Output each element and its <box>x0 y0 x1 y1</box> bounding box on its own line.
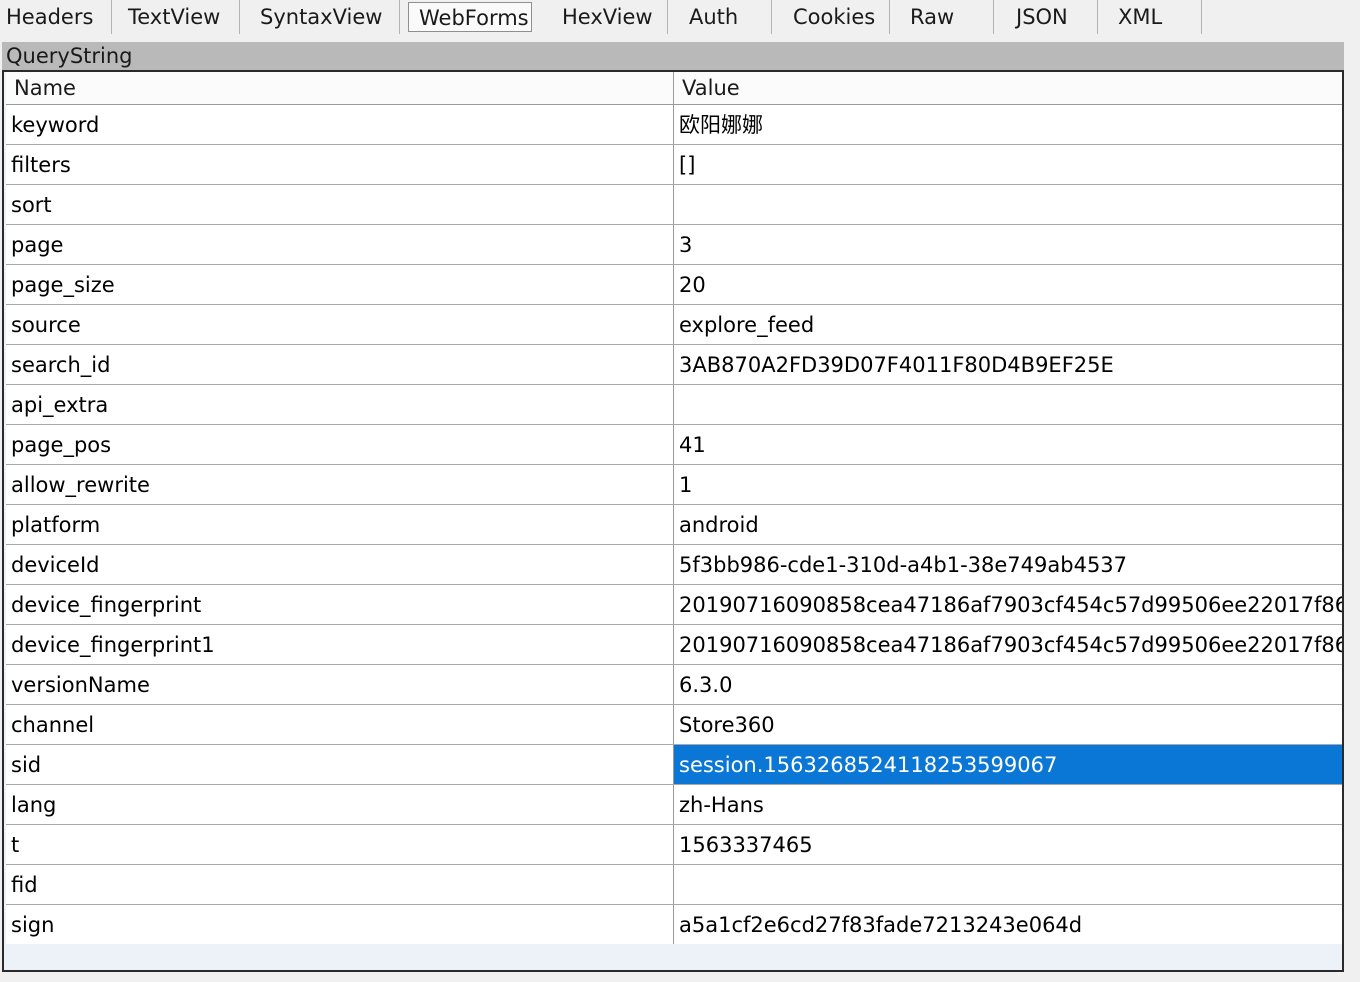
table-row[interactable]: allow_rewrite 1 <box>6 465 1342 505</box>
table-row[interactable]: sign a5a1cf2e6cd27f83fade7213243e064d <box>6 905 1342 945</box>
querystring-grid[interactable]: Name Value keyword 欧阳娜娜 filters [] sort … <box>2 70 1344 972</box>
tab-json[interactable]: JSON <box>1010 0 1098 34</box>
tab-bar: Headers TextView SyntaxView WebForms Hex… <box>0 0 1360 34</box>
column-header-value[interactable]: Value <box>674 72 1342 104</box>
row-name: filters <box>6 145 674 184</box>
row-name: search_id <box>6 345 674 384</box>
row-name: t <box>6 825 674 864</box>
row-name: lang <box>6 785 674 824</box>
row-value: 1 <box>679 473 693 497</box>
row-name: allow_rewrite <box>6 465 674 504</box>
row-name: api_extra <box>6 385 674 424</box>
tab-webforms[interactable]: WebForms <box>408 2 532 32</box>
tab-headers[interactable]: Headers <box>0 0 112 34</box>
row-value: zh-Hans <box>679 793 764 817</box>
table-row[interactable]: source explore_feed <box>6 305 1342 345</box>
table-row[interactable]: device_fingerprint1 20190716090858cea471… <box>6 625 1342 665</box>
table-row[interactable]: deviceId 5f3bb986-cde1-310d-a4b1-38e749a… <box>6 545 1342 585</box>
column-header-name[interactable]: Name <box>6 72 674 104</box>
section-title: QueryString <box>2 42 1344 70</box>
table-row[interactable]: page_pos 41 <box>6 425 1342 465</box>
row-value <box>674 185 1342 224</box>
row-name: platform <box>6 505 674 544</box>
row-name: sort <box>6 185 674 224</box>
row-value <box>674 385 1342 424</box>
table-row[interactable]: search_id 3AB870A2FD39D07F4011F80D4B9EF2… <box>6 345 1342 385</box>
row-name: page_size <box>6 265 674 304</box>
row-value: 3AB870A2FD39D07F4011F80D4B9EF25E <box>679 353 1114 377</box>
row-value <box>674 865 1342 904</box>
table-row[interactable]: fid <box>6 865 1342 905</box>
row-name: page <box>6 225 674 264</box>
row-value: 5f3bb986-cde1-310d-a4b1-38e749ab4537 <box>679 553 1128 577</box>
row-value: Store360 <box>679 713 775 737</box>
table-row[interactable]: filters [] <box>6 145 1342 185</box>
row-name: channel <box>6 705 674 744</box>
row-value: a5a1cf2e6cd27f83fade7213243e064d <box>679 913 1083 937</box>
row-value: 20190716090858cea47186af7903cf454c57d995… <box>679 593 1342 617</box>
tab-xml[interactable]: XML <box>1112 0 1202 34</box>
table-row[interactable]: platform android <box>6 505 1342 545</box>
row-name: page_pos <box>6 425 674 464</box>
row-name: deviceId <box>6 545 674 584</box>
column-header-row: Name Value <box>6 72 1342 105</box>
grid-body: Name Value keyword 欧阳娜娜 filters [] sort … <box>6 72 1342 945</box>
table-row[interactable]: page_size 20 <box>6 265 1342 305</box>
tab-cookies[interactable]: Cookies <box>787 0 890 34</box>
row-value: 6.3.0 <box>679 673 733 697</box>
row-value: 3 <box>679 233 693 257</box>
tab-auth[interactable]: Auth <box>683 0 772 34</box>
row-name: sign <box>6 905 674 944</box>
row-name: device_fingerprint <box>6 585 674 624</box>
row-value: 41 <box>679 433 706 457</box>
row-name: keyword <box>6 105 674 144</box>
row-value: 欧阳娜娜 <box>679 113 763 137</box>
row-value: 20190716090858cea47186af7903cf454c57d995… <box>679 633 1342 657</box>
tab-syntaxview[interactable]: SyntaxView <box>254 0 400 34</box>
row-value-selected: session.1563268524118253599067 <box>674 745 1342 784</box>
row-value: 20 <box>679 273 706 297</box>
row-name: sid <box>6 745 674 784</box>
table-row[interactable]: t 1563337465 <box>6 825 1342 865</box>
table-row[interactable]: page 3 <box>6 225 1342 265</box>
table-row[interactable]: api_extra <box>6 385 1342 425</box>
table-row[interactable]: sort <box>6 185 1342 225</box>
row-value: explore_feed <box>679 313 815 337</box>
row-value: 1563337465 <box>679 833 813 857</box>
row-name: device_fingerprint1 <box>6 625 674 664</box>
tab-raw[interactable]: Raw <box>904 0 994 34</box>
row-value: [] <box>679 153 696 177</box>
table-row[interactable]: keyword 欧阳娜娜 <box>6 105 1342 145</box>
row-name: source <box>6 305 674 344</box>
grid-empty-area <box>4 944 1342 970</box>
row-value: android <box>679 513 759 537</box>
tab-hexview[interactable]: HexView <box>556 0 668 34</box>
table-row-selected[interactable]: sid session.1563268524118253599067 <box>6 745 1342 785</box>
table-row[interactable]: device_fingerprint 20190716090858cea4718… <box>6 585 1342 625</box>
tab-textview[interactable]: TextView <box>122 0 240 34</box>
row-name: fid <box>6 865 674 904</box>
row-name: versionName <box>6 665 674 704</box>
table-row[interactable]: channel Store360 <box>6 705 1342 745</box>
table-row[interactable]: versionName 6.3.0 <box>6 665 1342 705</box>
table-row[interactable]: lang zh-Hans <box>6 785 1342 825</box>
